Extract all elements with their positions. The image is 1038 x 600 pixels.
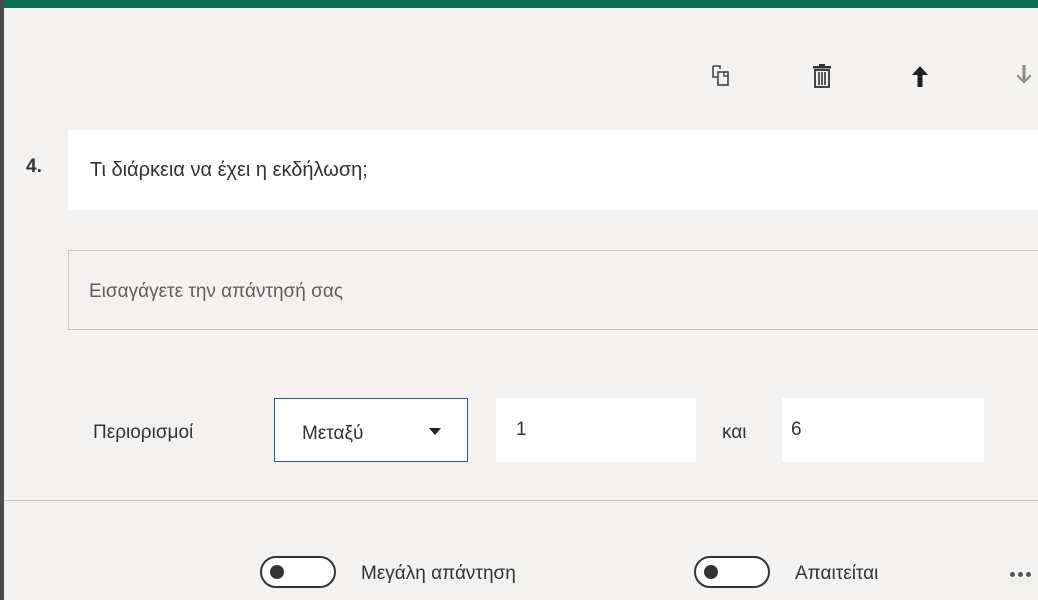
max-value-input[interactable] bbox=[782, 398, 984, 462]
restrictions-label: Περιορισμοί bbox=[93, 422, 194, 443]
trash-icon bbox=[813, 64, 831, 88]
answer-preview-field: Εισαγάγετε την απάντησή σας bbox=[68, 250, 1038, 330]
copy-question-button[interactable] bbox=[703, 58, 739, 94]
and-label: και bbox=[722, 422, 747, 443]
long-answer-toggle[interactable] bbox=[260, 556, 336, 588]
top-accent-bar bbox=[4, 0, 1038, 8]
min-value-input[interactable] bbox=[496, 398, 696, 462]
question-number: 4. bbox=[26, 156, 42, 177]
toggle-knob bbox=[270, 565, 284, 579]
question-footer: Μεγάλη απάντηση Απαιτείται bbox=[4, 548, 1038, 588]
more-dot bbox=[1026, 572, 1031, 577]
restrictions-row: Περιορισμοί Μεταξύ και bbox=[4, 398, 1038, 464]
more-horizontal-icon bbox=[1010, 572, 1015, 577]
arrow-up-icon bbox=[912, 66, 928, 87]
required-label: Απαιτείται bbox=[795, 563, 879, 584]
delete-question-button[interactable] bbox=[804, 58, 840, 94]
footer-divider bbox=[4, 500, 1038, 501]
copy-icon bbox=[712, 65, 729, 86]
required-toggle[interactable] bbox=[694, 556, 770, 588]
question-row: 4. Τι διάρκεια να έχει η εκδήλωση; bbox=[4, 130, 1038, 210]
question-title: Τι διάρκεια να έχει η εκδήλωση; bbox=[90, 159, 368, 181]
move-down-button[interactable] bbox=[1006, 58, 1038, 94]
toggle-knob bbox=[704, 565, 718, 579]
restriction-type-value: Μεταξύ bbox=[302, 423, 364, 444]
caret-down-icon bbox=[429, 428, 441, 435]
move-up-button[interactable] bbox=[902, 58, 938, 94]
question-toolbar bbox=[4, 58, 1038, 94]
answer-placeholder: Εισαγάγετε την απάντησή σας bbox=[89, 281, 343, 302]
arrow-down-icon bbox=[1016, 65, 1032, 84]
long-answer-label: Μεγάλη απάντηση bbox=[361, 563, 516, 584]
more-dot bbox=[1018, 572, 1023, 577]
restriction-type-dropdown[interactable]: Μεταξύ bbox=[274, 398, 468, 462]
question-title-field[interactable]: Τι διάρκεια να έχει η εκδήλωση; bbox=[68, 130, 1038, 210]
more-options-button[interactable] bbox=[1008, 560, 1038, 588]
question-card: 4. Τι διάρκεια να έχει η εκδήλωση; Εισαγ… bbox=[0, 0, 1038, 600]
